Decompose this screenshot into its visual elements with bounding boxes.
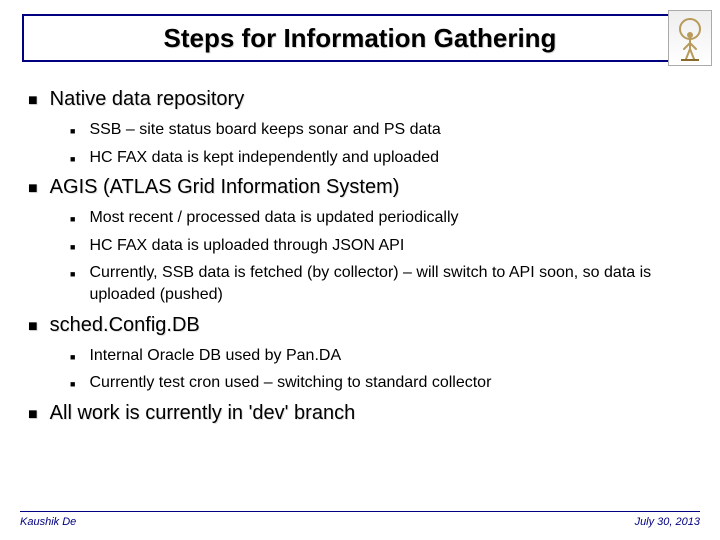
section-heading: ■ Native data repository <box>26 88 694 113</box>
title-bar: Steps for Information Gathering <box>22 14 698 62</box>
square-bullet-icon: ■ <box>28 177 38 201</box>
item-text: HC FAX data is kept independently and up… <box>89 147 694 169</box>
slide-title: Steps for Information Gathering <box>164 23 557 54</box>
square-bullet-icon: ■ <box>28 315 38 339</box>
item-text: Internal Oracle DB used by Pan.DA <box>89 345 694 367</box>
list-item: ■ Internal Oracle DB used by Pan.DA <box>70 345 694 367</box>
square-bullet-icon: ■ <box>70 153 75 165</box>
square-bullet-icon: ■ <box>70 378 75 390</box>
list-item: ■ HC FAX data is uploaded through JSON A… <box>70 235 694 257</box>
list-item: ■ Currently test cron used – switching t… <box>70 372 694 394</box>
item-text: Currently, SSB data is fetched (by colle… <box>89 262 694 305</box>
heading-text: Native data repository <box>50 88 245 111</box>
list-item: ■ Currently, SSB data is fetched (by col… <box>70 262 694 305</box>
list-item: ■ HC FAX data is kept independently and … <box>70 147 694 169</box>
heading-text: sched.Config.DB <box>50 314 200 337</box>
atlas-logo-icon <box>668 10 712 66</box>
square-bullet-icon: ■ <box>70 268 75 280</box>
section-heading: ■ AGIS (ATLAS Grid Information System) <box>26 176 694 201</box>
item-text: Currently test cron used – switching to … <box>89 372 694 394</box>
heading-text: AGIS (ATLAS Grid Information System) <box>50 176 400 199</box>
footer-author: Kaushik De <box>20 516 76 528</box>
slide-footer: Kaushik De July 30, 2013 <box>20 511 700 528</box>
item-text: HC FAX data is uploaded through JSON API <box>89 235 694 257</box>
square-bullet-icon: ■ <box>70 241 75 253</box>
item-text: Most recent / processed data is updated … <box>89 207 694 229</box>
square-bullet-icon: ■ <box>70 213 75 225</box>
slide-body: ■ Native data repository ■ SSB – site st… <box>26 80 694 496</box>
item-text: SSB – site status board keeps sonar and … <box>89 119 694 141</box>
list-item: ■ SSB – site status board keeps sonar an… <box>70 119 694 141</box>
square-bullet-icon: ■ <box>70 125 75 137</box>
square-bullet-icon: ■ <box>28 89 38 113</box>
footer-divider <box>20 511 700 512</box>
section-heading: ■ All work is currently in 'dev' branch <box>26 402 694 427</box>
square-bullet-icon: ■ <box>28 403 38 427</box>
square-bullet-icon: ■ <box>70 351 75 363</box>
list-item: ■ Most recent / processed data is update… <box>70 207 694 229</box>
heading-text: All work is currently in 'dev' branch <box>50 402 356 425</box>
footer-date: July 30, 2013 <box>635 516 700 528</box>
section-heading: ■ sched.Config.DB <box>26 314 694 339</box>
